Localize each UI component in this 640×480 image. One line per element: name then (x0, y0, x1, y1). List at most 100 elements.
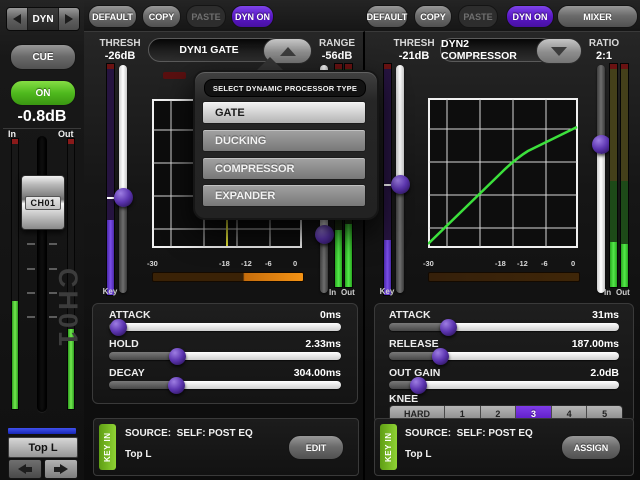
dyn2-default-button[interactable]: DEFAULT (366, 5, 408, 28)
dyn-next-button[interactable] (59, 8, 79, 30)
dyn2-ratio-label: RATIO (580, 38, 628, 49)
cue-button[interactable]: CUE (10, 44, 76, 70)
next-channel-button[interactable] (44, 459, 78, 479)
channel-fader[interactable]: CH01 (21, 175, 65, 230)
channel-name-button[interactable]: Top L (8, 437, 78, 458)
dyn1-keyin-channel: Top L (125, 449, 151, 460)
dyn1-keyin-edit-button[interactable]: EDIT (288, 435, 344, 460)
processor-selector: DYN (6, 7, 80, 31)
popup-item-ducking[interactable]: DUCKING (202, 129, 366, 152)
dyn2-on-button[interactable]: DYN ON (506, 5, 554, 28)
left-arrow-icon (13, 14, 21, 24)
fader-tick (49, 316, 57, 318)
dyn1-thresh-label: THRESH (96, 38, 144, 49)
scale-tick: -18 (495, 259, 506, 268)
fader-tick (49, 243, 57, 245)
dyn2-out-label: Out (616, 288, 630, 297)
dyn2-paste-button[interactable]: PASTE (458, 5, 498, 28)
hold-label: HOLD (109, 338, 139, 350)
dyn2-gr-meter (428, 272, 580, 282)
release-slider-thumb[interactable] (432, 348, 449, 365)
fader-cap-label: CH01 (25, 196, 60, 210)
dyn1-thresh-slider-thumb[interactable] (114, 188, 133, 207)
dyn2-key-label: Key (373, 287, 401, 296)
dyn2-keyin-assign-button[interactable]: ASSIGN (561, 435, 621, 460)
dyn2-copy-button[interactable]: COPY (414, 5, 452, 28)
channel-strip-sidebar: DYN CUE ON -0.8dB In Out CH01 CH01 To (0, 0, 86, 480)
dyn-prev-button[interactable] (7, 8, 27, 30)
hold-slider-thumb[interactable] (169, 348, 186, 365)
decay-value: 304.00ms (294, 367, 341, 379)
fader-tick (49, 292, 57, 294)
processor-type-popup: SELECT DYNAMIC PROCESSOR TYPE GATE DUCKI… (193, 70, 379, 220)
fader-tick (27, 292, 35, 294)
dyn1-keyin-source: SOURCE: SELF: POST EQ (125, 428, 253, 439)
release-slider[interactable] (389, 352, 619, 360)
dyn2-in-label: In (604, 288, 611, 297)
dyn1-default-button[interactable]: DEFAULT (88, 5, 137, 28)
dyn2-keyin-tab: KEY IN (380, 424, 397, 470)
dyn1-gr-meter (152, 272, 304, 282)
attack-value: 0ms (320, 309, 341, 321)
attack-label: ATTACK (389, 309, 431, 321)
dyn2-keyin-panel: KEY IN SOURCE: SELF: POST EQ Top L ASSIG… (374, 418, 634, 476)
dyn1-on-button[interactable]: DYN ON (231, 5, 274, 28)
gr-indicator (163, 72, 186, 79)
outgain-slider-thumb[interactable] (410, 377, 427, 394)
fader-value: -0.8dB (0, 108, 84, 126)
dyn1-keyin-tab: KEY IN (99, 424, 116, 470)
popup-item-expander[interactable]: EXPANDER (202, 184, 366, 207)
scale-tick: -12 (241, 259, 252, 268)
dyn1-copy-button[interactable]: COPY (142, 5, 181, 28)
on-button[interactable]: ON (10, 80, 76, 106)
attack-slider[interactable] (389, 323, 619, 331)
scale-tick: -30 (147, 259, 158, 268)
knee-label: KNEE (389, 393, 418, 405)
popup-title: SELECT DYNAMIC PROCESSOR TYPE (204, 79, 366, 97)
attack-slider-thumb[interactable] (110, 319, 127, 336)
prev-channel-button[interactable] (8, 459, 42, 479)
dyn2-thresh-slider-thumb[interactable] (391, 175, 410, 194)
outgain-value: 2.0dB (590, 367, 619, 379)
dyn1-paste-button[interactable]: PASTE (186, 5, 226, 28)
attack-slider-thumb[interactable] (440, 319, 457, 336)
release-label: RELEASE (389, 338, 439, 350)
dyn2-ratio-slider[interactable] (597, 65, 605, 293)
popup-item-compressor[interactable]: COMPRESSOR (202, 157, 366, 180)
dyn1-in-label: In (329, 288, 336, 297)
decay-slider[interactable] (109, 381, 341, 389)
scale-tick: 0 (571, 259, 575, 268)
dyn1-params: ATTACK 0ms HOLD 2.33ms DECAY 304.00ms (92, 303, 358, 404)
fader-tick (27, 268, 35, 270)
chevron-up-icon (280, 47, 296, 56)
left-arrow-icon (18, 464, 26, 474)
dyn2-ratio-value: 2:1 (580, 50, 628, 62)
dyn1-thresh-value: -26dB (96, 50, 144, 62)
mixer-button[interactable]: MIXER (557, 5, 638, 28)
dyn2-compressor-graph (428, 98, 578, 248)
dyn1-range-slider-thumb[interactable] (315, 225, 334, 244)
dyn2-type-open-button[interactable] (536, 38, 582, 64)
dyn1-key-meter (106, 63, 115, 296)
scale-tick: -30 (423, 259, 434, 268)
scale-tick: -6 (541, 259, 548, 268)
scale-tick: -12 (517, 259, 528, 268)
decay-slider-thumb[interactable] (168, 377, 185, 394)
fader-tick (27, 316, 35, 318)
scale-tick: 0 (293, 259, 297, 268)
dyn1-range-value: -56dB (313, 50, 361, 62)
hold-slider[interactable] (109, 352, 341, 360)
popup-item-gate[interactable]: GATE (202, 101, 366, 124)
attack-slider[interactable] (109, 323, 341, 331)
dyn2-thresh-label: THRESH (390, 38, 438, 49)
dyn2-key-meter (383, 63, 392, 296)
decay-label: DECAY (109, 367, 145, 379)
processor-selector-label: DYN (27, 8, 59, 30)
attack-value: 31ms (592, 309, 619, 321)
hold-value: 2.33ms (305, 338, 341, 350)
release-value: 187.00ms (572, 338, 619, 350)
dyn2-panel: THRESH -21dB DYN2 COMPRESSOR RATIO 2:1 (365, 31, 640, 480)
dyn1-thresh-slider[interactable] (119, 65, 127, 293)
dyn2-out-meter (620, 63, 629, 288)
fader-tick (27, 243, 35, 245)
